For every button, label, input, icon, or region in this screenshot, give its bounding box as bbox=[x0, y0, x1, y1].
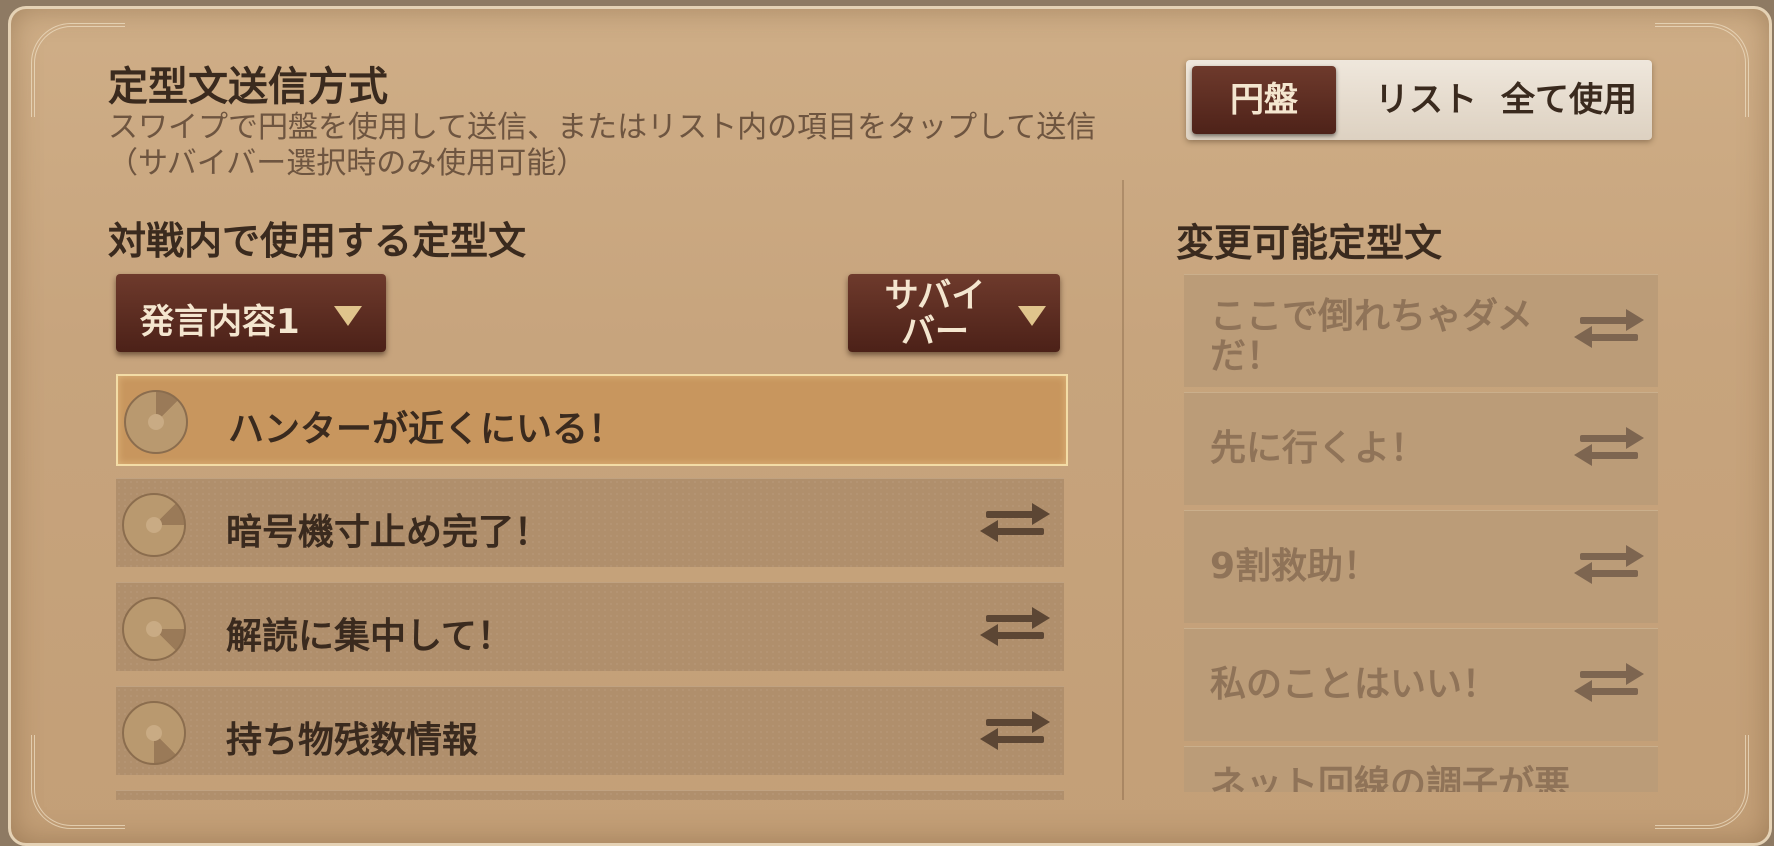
changeable-phrase-row[interactable]: ネット回線の調子が悪 bbox=[1184, 746, 1658, 792]
changeable-phrase-row[interactable]: 先に行くよ！ bbox=[1184, 392, 1658, 505]
wheel-slot-icon bbox=[122, 597, 186, 661]
changeable-phrase-row[interactable]: ここで倒れちゃダメだ！ bbox=[1184, 274, 1658, 387]
phrase-row[interactable]: ハンターが近くにいる！ bbox=[116, 374, 1068, 466]
swap-arrows-icon[interactable] bbox=[1574, 543, 1644, 587]
changeable-phrase-text: ネット回線の調子が悪 bbox=[1210, 764, 1571, 793]
wheel-slot-icon bbox=[124, 390, 188, 454]
phrase-text: ハンターが近くにいる！ bbox=[228, 409, 625, 450]
changeable-phrase-text: 9割救助！ bbox=[1210, 546, 1380, 587]
changeable-phrase-row[interactable]: 私のことはいい！ bbox=[1184, 628, 1658, 741]
phrase-row[interactable] bbox=[116, 790, 1064, 800]
wheel-slot-icon bbox=[122, 493, 186, 557]
swap-arrows-icon[interactable] bbox=[1574, 661, 1644, 705]
wheel-slot-icon bbox=[122, 701, 186, 765]
phrase-row[interactable]: 解読に集中して！ bbox=[116, 582, 1064, 671]
changeable-phrase-row[interactable]: 9割救助！ bbox=[1184, 510, 1658, 623]
phrase-text: 解読に集中して！ bbox=[226, 616, 513, 657]
swap-arrows-icon[interactable] bbox=[1574, 425, 1644, 469]
swap-arrows-icon[interactable] bbox=[980, 709, 1050, 753]
changeable-phrase-text: 私のことはいい！ bbox=[1210, 664, 1499, 705]
phrase-text: 暗号機寸止め完了！ bbox=[226, 512, 551, 553]
changeable-phrase-list: ここで倒れちゃダメだ！ 先に行くよ！ 9割救助！ 私のことはいい！ ネット回線の… bbox=[1184, 272, 1664, 792]
phrase-row[interactable]: 持ち物残数情報 bbox=[116, 686, 1064, 775]
swap-arrows-icon[interactable] bbox=[1574, 307, 1644, 351]
swap-arrows-icon[interactable] bbox=[980, 605, 1050, 649]
phrase-text: 持ち物残数情報 bbox=[226, 720, 479, 761]
phrase-row[interactable]: 暗号機寸止め完了！ bbox=[116, 478, 1064, 567]
changeable-phrase-text: 先に行くよ！ bbox=[1210, 428, 1427, 469]
changeable-phrase-text: ここで倒れちゃダメだ！ bbox=[1210, 296, 1533, 377]
swap-arrows-icon[interactable] bbox=[980, 501, 1050, 545]
